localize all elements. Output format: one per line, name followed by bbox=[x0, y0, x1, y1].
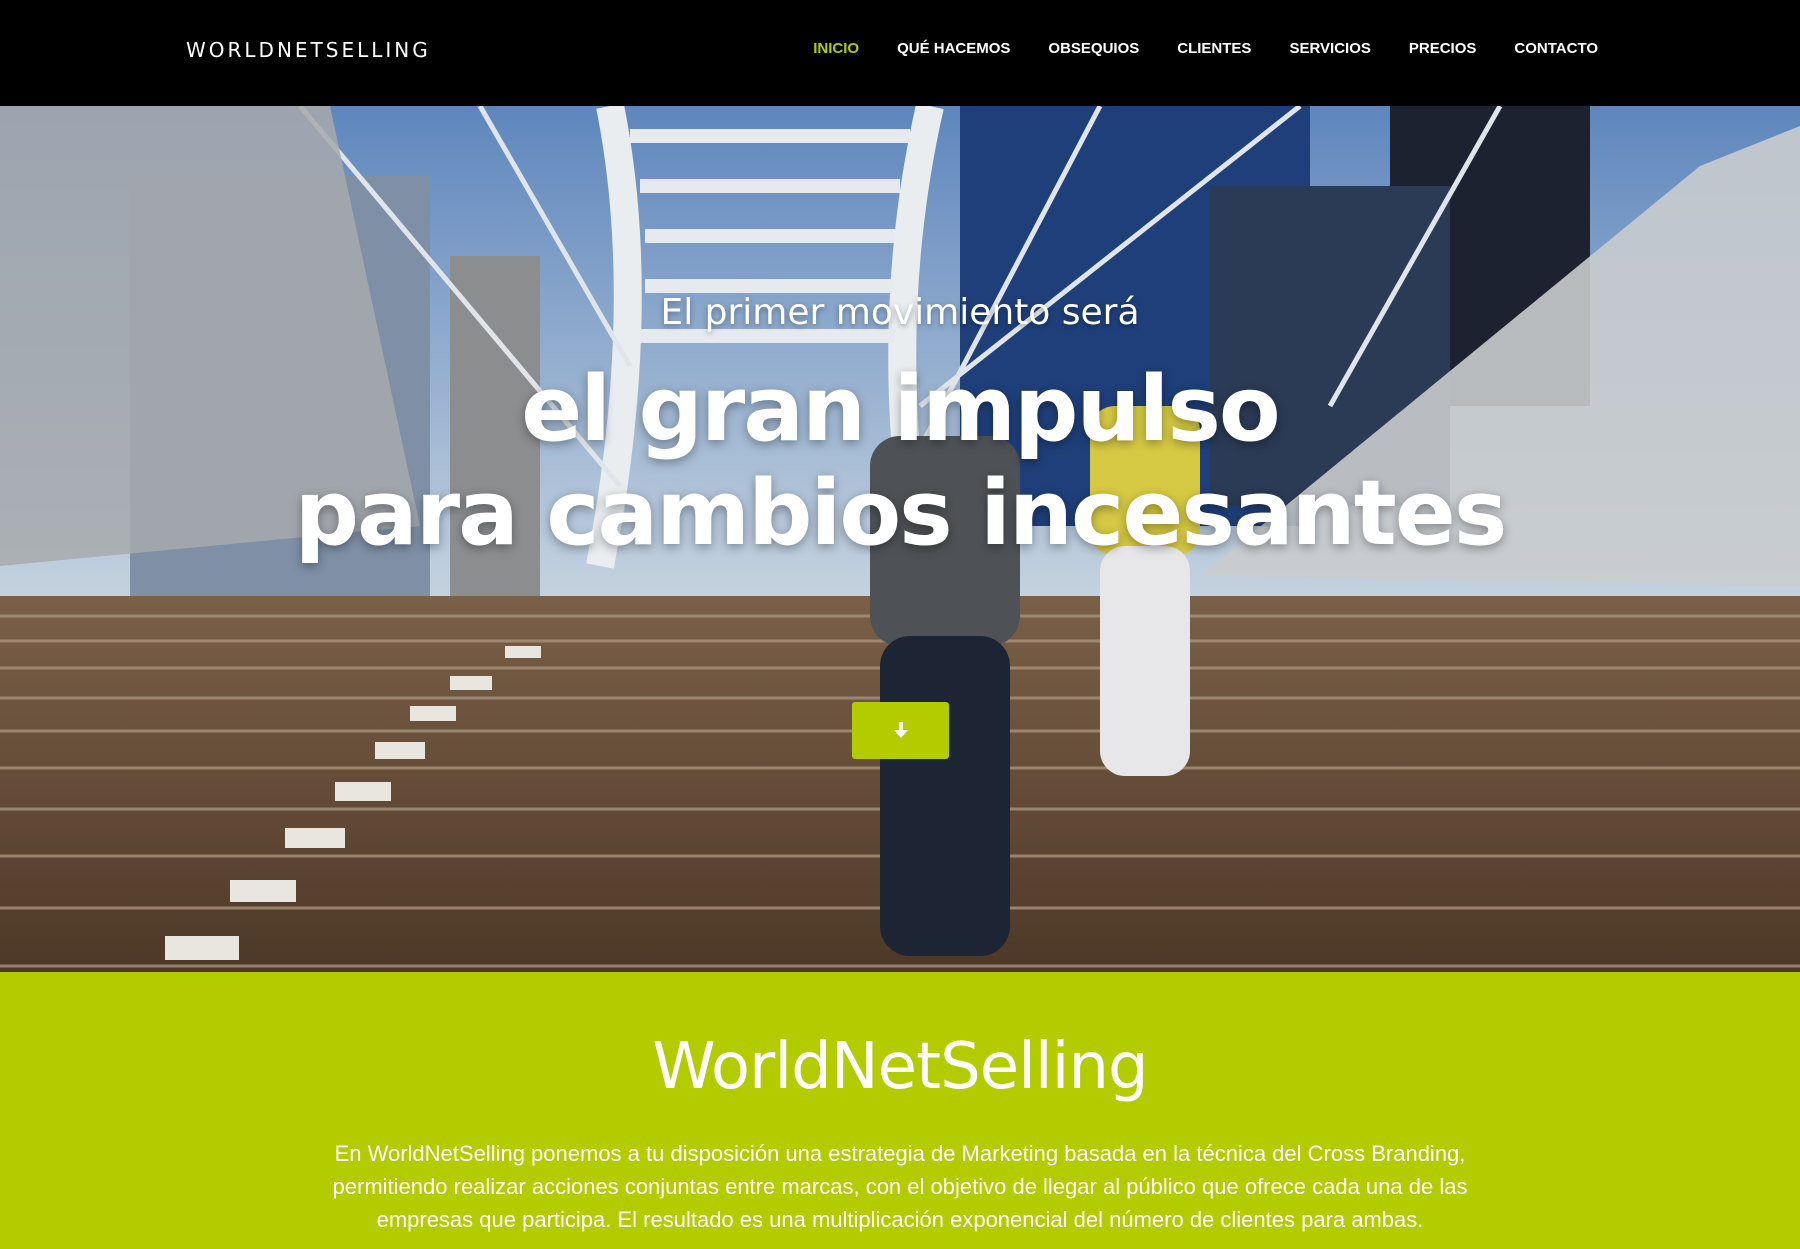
intro-section: WorldNetSelling En WorldNetSelling ponem… bbox=[0, 972, 1800, 1249]
scroll-down-button[interactable] bbox=[852, 702, 949, 759]
arrow-down-icon bbox=[893, 721, 908, 738]
intro-paragraph: En WorldNetSelling ponemos a tu disposic… bbox=[332, 1141, 1468, 1232]
hero-title-line-1: el gran impulso bbox=[521, 357, 1281, 462]
nav-item-obsequios[interactable]: OBSEQUIOS bbox=[1048, 40, 1139, 57]
nav-item-que-hacemos[interactable]: QUÉ HACEMOS bbox=[897, 40, 1010, 57]
hero-section: El primer movimiento será el gran impuls… bbox=[0, 106, 1800, 972]
main-nav: INICIO QUÉ HACEMOS OBSEQUIOS CLIENTES SE… bbox=[813, 40, 1598, 57]
hero-title-line-2: para cambios incesantes bbox=[294, 461, 1508, 566]
brand-logo[interactable]: WORLDNETSELLING bbox=[186, 38, 431, 62]
intro-heading: WorldNetSelling bbox=[652, 1030, 1148, 1104]
top-navigation-bar: WORLDNETSELLING INICIO QUÉ HACEMOS OBSEQ… bbox=[0, 0, 1800, 106]
nav-item-servicios[interactable]: SERVICIOS bbox=[1289, 40, 1370, 57]
hero-title: el gran impulso para cambios incesantes bbox=[0, 358, 1800, 566]
nav-item-clientes[interactable]: CLIENTES bbox=[1177, 40, 1251, 57]
nav-item-contacto[interactable]: CONTACTO bbox=[1514, 40, 1598, 57]
nav-item-inicio[interactable]: INICIO bbox=[813, 40, 859, 57]
nav-item-precios[interactable]: PRECIOS bbox=[1409, 40, 1477, 57]
hero-subtitle: El primer movimiento será bbox=[660, 292, 1140, 333]
